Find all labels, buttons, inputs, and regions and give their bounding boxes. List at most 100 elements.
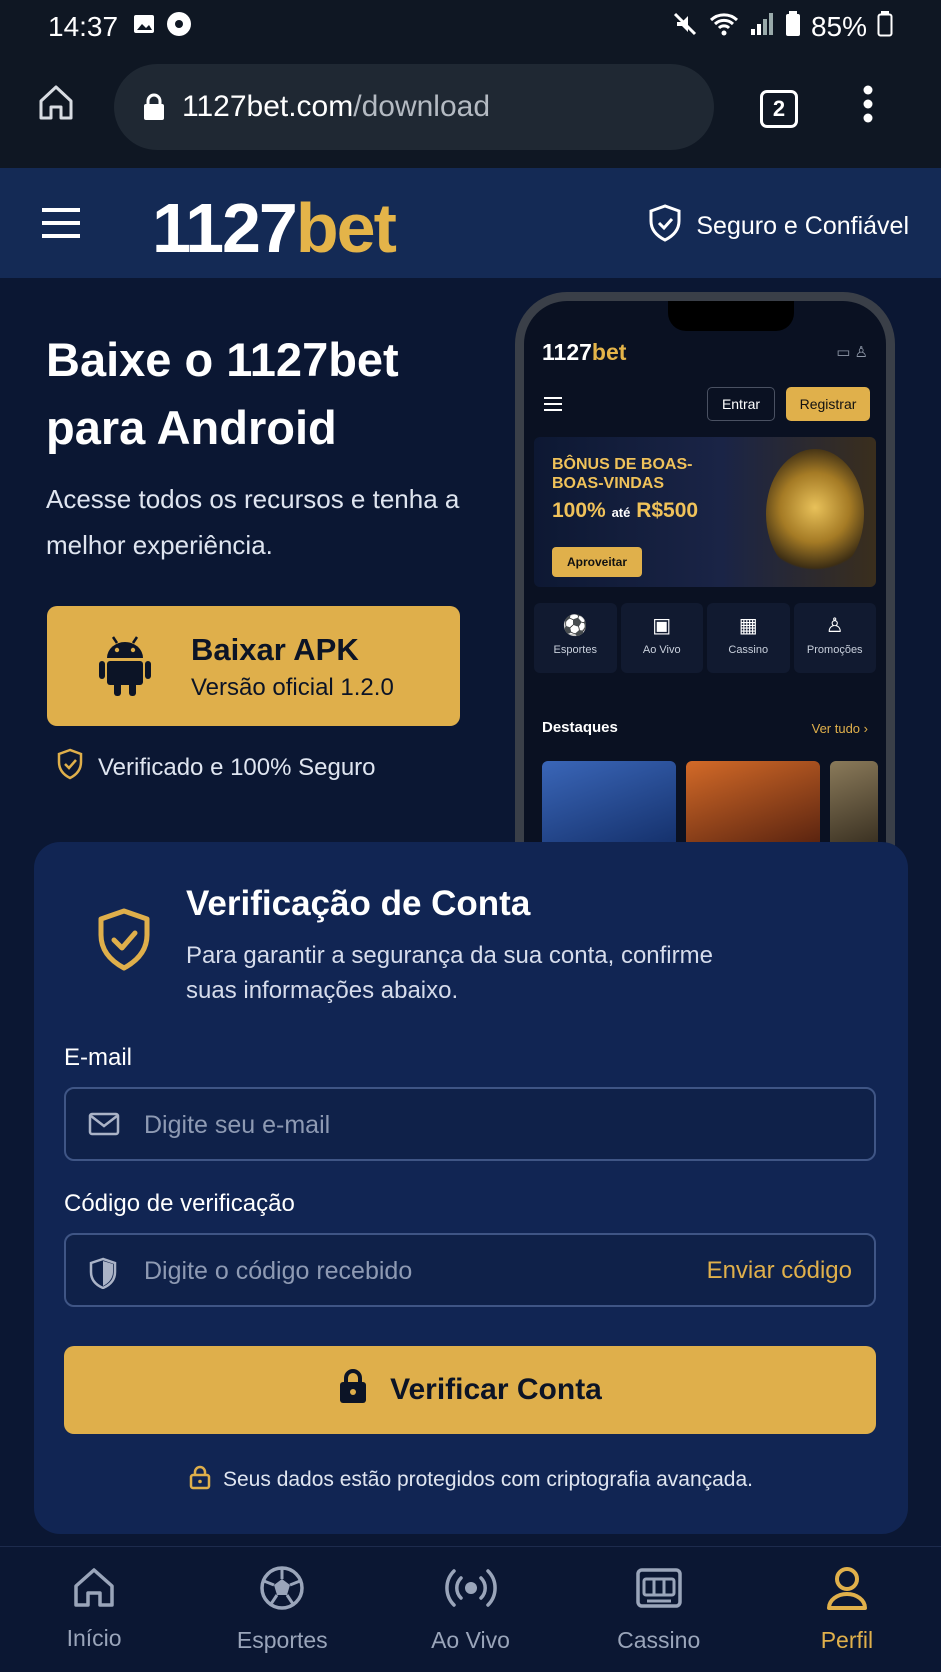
code-label: Código de verificação bbox=[64, 1190, 295, 1217]
lock-icon bbox=[338, 1367, 368, 1413]
download-apk-button[interactable]: Baixar APK Versão oficial 1.2.0 bbox=[47, 606, 460, 726]
verified-badge: Verificado e 100% Seguro bbox=[56, 748, 376, 787]
hero-title-line2: para Android bbox=[46, 401, 337, 454]
mail-icon bbox=[88, 1111, 120, 1142]
phone-promo-banner: BÔNUS DE BOAS-BOAS-VINDAS 100% até R$500… bbox=[534, 437, 876, 587]
hamburger-menu-icon[interactable] bbox=[42, 206, 82, 245]
nav-item-home[interactable]: Início bbox=[0, 1547, 188, 1672]
hero-title: Baixe o 1127bet para Android bbox=[46, 326, 486, 462]
soccer-ball-icon bbox=[259, 1565, 305, 1617]
code-field[interactable]: Enviar código bbox=[64, 1233, 876, 1307]
privacy-note: Seus dados estão protegidos com criptogr… bbox=[34, 1464, 908, 1496]
phone-thumbnail bbox=[830, 761, 878, 852]
nav-label: Início bbox=[66, 1625, 122, 1651]
shield-check-icon bbox=[648, 204, 682, 249]
status-time: 14:37 bbox=[48, 11, 119, 42]
phone-logo: 1127bet bbox=[542, 339, 626, 366]
email-label: E-mail bbox=[64, 1044, 133, 1071]
nav-item-profile[interactable]: Perfil bbox=[753, 1547, 941, 1672]
phone-banner-offer: 100% até R$500 bbox=[552, 499, 698, 523]
phone-banner-value: R$500 bbox=[636, 499, 699, 522]
wifi-icon bbox=[709, 11, 739, 44]
phone-banner-button: Aproveitar bbox=[552, 547, 642, 577]
phone-thumbnail bbox=[542, 761, 676, 852]
verification-description: Para garantir a segurança da sua conta, … bbox=[186, 942, 713, 1004]
phone-mockup: 1127bet ▭ ♙ Entrar Registrar BÔNUS DE BO… bbox=[515, 292, 895, 852]
lock-icon bbox=[142, 92, 166, 122]
nav-item-casino[interactable]: Cassino bbox=[565, 1547, 753, 1672]
phone-banner-percent: 100% bbox=[552, 499, 606, 522]
nav-item-sports[interactable]: Esportes bbox=[188, 1547, 376, 1672]
secure-badge: Seguro e Confiável bbox=[648, 204, 909, 249]
secure-label: Seguro e Confiável bbox=[696, 212, 909, 240]
site-header: 1127bet Seguro e Confiável bbox=[0, 168, 941, 278]
browser-toolbar: 1127bet.com/download 2 bbox=[0, 54, 941, 168]
phone-see-all: Ver tudo › bbox=[811, 721, 868, 736]
casino-icon: ▦ bbox=[738, 615, 758, 637]
media-icon bbox=[166, 11, 192, 44]
phone-thumbnail bbox=[686, 761, 820, 852]
phone-top-icons: ▭ ♙ bbox=[836, 344, 868, 361]
verify-account-button[interactable]: Verificar Conta bbox=[64, 1346, 876, 1434]
phone-highlights-title: Destaques bbox=[542, 719, 618, 736]
phone-notch bbox=[668, 301, 794, 331]
live-icon: ▣ bbox=[652, 615, 672, 637]
soccer-ball-icon: ⚽ bbox=[562, 615, 588, 637]
phone-see-all-label: Ver tudo bbox=[811, 721, 861, 736]
promo-icon: ♙ bbox=[825, 615, 844, 637]
url-host: 1127bet.com bbox=[182, 90, 354, 123]
verify-button-label: Verificar Conta bbox=[390, 1373, 602, 1406]
shield-icon bbox=[88, 1257, 118, 1294]
phone-logo-bet: bet bbox=[591, 339, 627, 365]
phone-banner-headline: BÔNUS DE BOAS-BOAS-VINDAS bbox=[552, 456, 693, 492]
phone-category: ▣ Ao Vivo bbox=[620, 603, 703, 673]
nav-label: Esportes bbox=[236, 1627, 328, 1653]
send-code-button[interactable]: Enviar código bbox=[707, 1257, 852, 1285]
shield-check-icon bbox=[56, 748, 84, 787]
apk-version: Versão oficial 1.2.0 bbox=[191, 674, 394, 701]
bottom-navigation: Início Esportes Ao Vivo Cassino Perfil bbox=[0, 1546, 941, 1672]
home-icon[interactable] bbox=[36, 82, 76, 127]
apk-title: Baixar APK bbox=[191, 632, 359, 667]
nav-label: Perfil bbox=[820, 1627, 874, 1653]
battery-percent: 85% bbox=[810, 11, 867, 42]
logo-number: 1127 bbox=[152, 189, 298, 267]
phone-category: ♙ Promoções bbox=[793, 603, 876, 673]
phone-category-label: Cassino bbox=[728, 644, 769, 656]
nav-label: Ao Vivo bbox=[431, 1627, 510, 1653]
hero-subtitle: Acesse todos os recursos e tenha a melho… bbox=[46, 484, 460, 560]
tabs-button[interactable]: 2 bbox=[760, 90, 798, 128]
home-icon bbox=[71, 1565, 117, 1615]
phone-category-label: Promoções bbox=[806, 644, 863, 656]
phone-category-label: Esportes bbox=[553, 644, 597, 656]
verification-card: Verificação de Conta Para garantir a seg… bbox=[34, 842, 908, 1534]
user-icon bbox=[825, 1565, 869, 1617]
privacy-text: Seus dados estão protegidos com criptogr… bbox=[223, 1468, 753, 1491]
more-options-icon[interactable] bbox=[862, 84, 874, 129]
phone-categories: ⚽ Esportes ▣ Ao Vivo ▦ Cassino ♙ Promoções bbox=[534, 603, 876, 673]
logo-bet: bet bbox=[295, 189, 397, 267]
email-input[interactable] bbox=[144, 1105, 704, 1145]
signal-icon bbox=[749, 11, 775, 44]
verification-title: Verificação de Conta bbox=[186, 884, 531, 923]
gallery-icon bbox=[132, 11, 156, 43]
battery-icon bbox=[785, 10, 801, 44]
verified-label: Verificado e 100% Seguro bbox=[98, 753, 376, 781]
site-logo[interactable]: 1127bet bbox=[152, 188, 397, 268]
nav-label: Cassino bbox=[617, 1627, 701, 1653]
code-input[interactable] bbox=[144, 1251, 704, 1291]
status-bar: 14:37 85% bbox=[0, 0, 941, 54]
live-broadcast-icon bbox=[444, 1565, 498, 1617]
phone-register-button: Registrar bbox=[786, 387, 870, 421]
shield-check-icon bbox=[96, 908, 152, 977]
url-bar[interactable]: 1127bet.com/download bbox=[114, 64, 714, 150]
mute-icon bbox=[671, 10, 699, 45]
phone-login-button: Entrar bbox=[707, 387, 775, 421]
email-field[interactable] bbox=[64, 1087, 876, 1161]
charging-icon bbox=[877, 10, 893, 44]
url-path: /download bbox=[353, 90, 491, 123]
lock-icon bbox=[189, 1464, 211, 1496]
slot-machine-icon bbox=[635, 1565, 683, 1617]
nav-item-live[interactable]: Ao Vivo bbox=[376, 1547, 564, 1672]
phone-category-label: Ao Vivo bbox=[642, 644, 681, 656]
